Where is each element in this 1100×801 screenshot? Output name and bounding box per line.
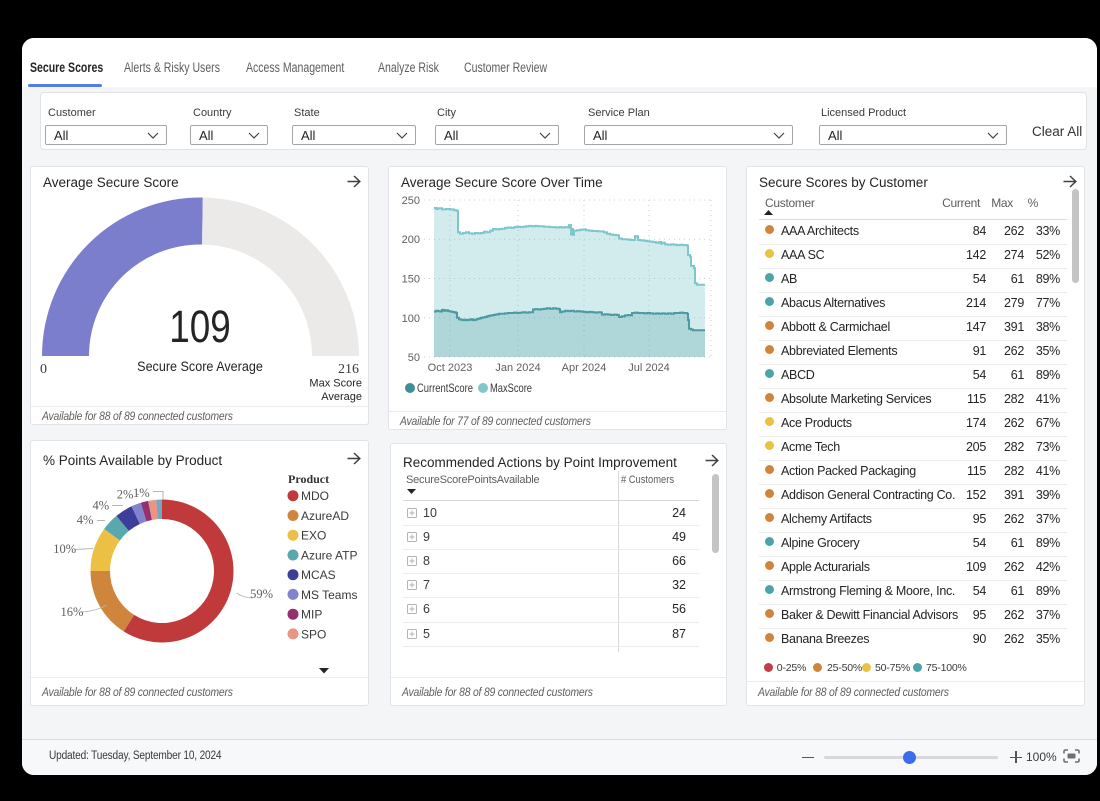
svg-text:MaxScore: MaxScore [490, 381, 532, 395]
svg-text:Jul 2024: Jul 2024 [628, 362, 670, 374]
svg-text:Max Score: Max Score [309, 378, 362, 390]
svg-text:4%: 4% [93, 499, 110, 513]
svg-text:AzureAD: AzureAD [301, 509, 349, 523]
svg-text:16%: 16% [61, 605, 84, 619]
svg-text:CurrentScore: CurrentScore [417, 381, 473, 395]
svg-text:Azure ATP: Azure ATP [301, 549, 357, 563]
svg-text:2%: 2% [117, 488, 134, 502]
svg-text:Jan 2024: Jan 2024 [495, 362, 540, 374]
svg-text:Average: Average [321, 391, 362, 403]
svg-text:4%: 4% [77, 513, 94, 527]
svg-text:0: 0 [40, 362, 47, 377]
svg-text:Oct 2023: Oct 2023 [428, 362, 473, 374]
svg-text:100: 100 [402, 313, 420, 325]
svg-text:216: 216 [338, 362, 359, 377]
svg-text:200: 200 [402, 234, 420, 246]
svg-text:10%: 10% [53, 542, 76, 556]
svg-text:MCAS: MCAS [301, 568, 336, 582]
svg-text:MDO: MDO [301, 489, 329, 503]
svg-text:Apr 2024: Apr 2024 [562, 362, 607, 374]
svg-text:250: 250 [402, 195, 420, 207]
svg-text:Product: Product [288, 472, 329, 486]
svg-text:50: 50 [408, 352, 420, 364]
svg-text:Secure Score Average: Secure Score Average [137, 358, 263, 374]
svg-text:150: 150 [402, 274, 420, 286]
svg-text:109: 109 [169, 302, 231, 352]
svg-text:MS Teams: MS Teams [301, 588, 357, 602]
svg-text:SPO: SPO [301, 627, 326, 641]
svg-text:EXO: EXO [301, 529, 326, 543]
svg-text:MIP: MIP [301, 608, 322, 622]
svg-text:1%: 1% [133, 486, 150, 500]
svg-text:59%: 59% [250, 587, 273, 601]
